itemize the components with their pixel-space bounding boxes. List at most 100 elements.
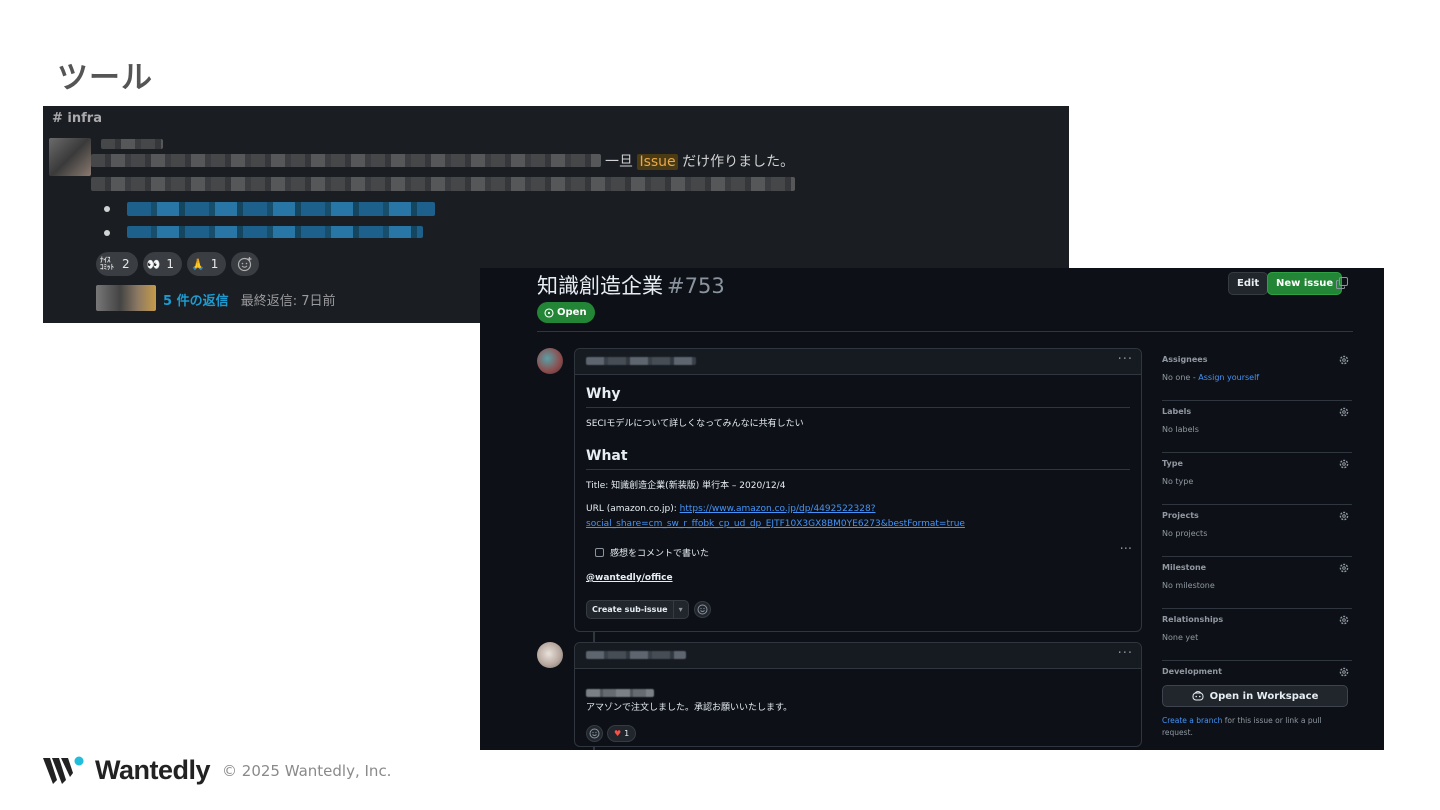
gear-icon[interactable] (1339, 563, 1349, 573)
channel-name[interactable]: # infra (52, 111, 102, 126)
labels-title[interactable]: Labels (1162, 407, 1191, 416)
copyright-text: © 2025 Wantedly, Inc. (222, 761, 392, 780)
list-bullet (104, 206, 110, 212)
reply-comment: ··· アマゾンで注文しました。承認お願いいたします。 ♥ 1 (574, 642, 1142, 747)
milestone-value: No milestone (1162, 581, 1215, 590)
assignees-section: Assignees No one - Assign yourself (1162, 348, 1352, 401)
create-sub-issue-label: Create sub-issue (592, 605, 668, 614)
issue-title: 知識創造企業 #753 (537, 270, 725, 300)
redacted-username (101, 139, 163, 149)
gear-icon[interactable] (1339, 667, 1349, 677)
copy-link-icon[interactable] (1336, 277, 1348, 289)
redacted-message-line (91, 177, 795, 191)
issue-body-comment: ··· Why SECIモデルについて詳しくなってみんなに共有したい What … (574, 348, 1142, 632)
heading-what: What (586, 448, 1130, 470)
reply-avatars (96, 285, 156, 311)
team-mention-link[interactable]: @wantedly/office (586, 573, 673, 583)
add-reaction-button[interactable] (586, 725, 603, 742)
message-text: 一旦 Issue だけ作りました。 (605, 151, 794, 171)
redacted-link[interactable] (127, 226, 423, 238)
reply-text: アマゾンで注文しました。承認お願いいたします。 (586, 703, 793, 713)
create-branch-link[interactable]: Create a branch (1162, 716, 1222, 725)
projects-title[interactable]: Projects (1162, 511, 1199, 520)
message-text-before: 一旦 (605, 154, 638, 170)
comment-actions: Create sub-issue ▾ (586, 600, 1130, 619)
avatar[interactable] (49, 138, 91, 176)
relationships-section: Relationships None yet (1162, 608, 1352, 661)
type-value: No type (1162, 477, 1194, 486)
reply-count-link[interactable]: 5 件の返信 (163, 294, 229, 309)
message-text-after: だけ作りました。 (677, 154, 795, 170)
create-sub-issue-button[interactable]: Create sub-issue ▾ (586, 600, 689, 619)
reaction-nice-commit[interactable]: ﾅｲｽ ｺﾐｯﾄ 2 (96, 252, 138, 276)
author-avatar[interactable] (537, 348, 563, 374)
amazon-link-continued[interactable]: social_share=cm_sw_r_ffobk_cp_ud_dp_EJTF… (586, 519, 965, 529)
redacted-mention (586, 689, 654, 697)
add-reaction-button[interactable] (693, 601, 711, 618)
smiley-icon (697, 604, 708, 615)
redacted-message-line (91, 154, 601, 167)
reaction-count: 1 (210, 257, 219, 271)
slide-title: ツール (57, 60, 153, 96)
gear-icon[interactable] (1339, 407, 1349, 417)
reaction-count: 1 (166, 257, 174, 271)
reaction-pray[interactable]: 🙏 1 (186, 252, 227, 276)
reaction-eyes[interactable]: 👀 1 (142, 252, 182, 276)
commenter-avatar[interactable] (537, 642, 563, 668)
relationships-value: None yet (1162, 633, 1199, 642)
smiley-icon (589, 728, 600, 739)
why-text: SECIモデルについて詳しくなってみんなに共有したい (586, 419, 804, 429)
chevron-down-icon[interactable]: ▾ (672, 601, 688, 618)
comment-menu-icon[interactable]: ··· (1118, 352, 1133, 367)
redacted-author (586, 651, 686, 659)
relationships-title[interactable]: Relationships (1162, 615, 1223, 624)
add-reaction-button[interactable] (231, 252, 260, 276)
heading-why: Why (586, 386, 1130, 408)
task-label: 感想をコメントで書いた (610, 549, 710, 559)
milestone-title[interactable]: Milestone (1162, 563, 1206, 572)
assign-yourself-link[interactable]: Assign yourself (1198, 373, 1259, 382)
gear-icon[interactable] (1339, 615, 1349, 625)
labels-value: No labels (1162, 425, 1199, 434)
comment-body: Why SECIモデルについて詳しくなってみんなに共有したい What Titl… (575, 375, 1141, 619)
development-note: Create a branch for this issue or link a… (1162, 715, 1342, 739)
type-section: Type No type (1162, 452, 1352, 505)
copilot-icon (1192, 691, 1204, 701)
add-reaction-icon (238, 257, 252, 272)
assignees-none: No one - (1162, 373, 1199, 382)
projects-section: Projects No projects (1162, 504, 1352, 557)
comment-menu-icon[interactable]: ··· (1118, 646, 1133, 661)
gear-icon[interactable] (1339, 511, 1349, 521)
comment-header: ··· (575, 349, 1141, 375)
eyes-emoji-icon: 👀 (146, 257, 161, 271)
thread-replies[interactable]: 5 件の返信 最終返信: 7日前 (163, 290, 336, 309)
heart-icon: ♥ (614, 729, 622, 738)
heart-count: 1 (624, 729, 630, 738)
assignees-title[interactable]: Assignees (1162, 355, 1208, 364)
new-issue-button[interactable]: New issue (1267, 272, 1343, 295)
redacted-link[interactable] (127, 202, 435, 216)
gear-icon[interactable] (1339, 459, 1349, 469)
header-divider (537, 331, 1353, 332)
reply-reactions: ♥ 1 (586, 725, 1130, 742)
nice-commit-emoji-icon: ﾅｲｽ ｺﾐｯﾄ (100, 256, 114, 271)
url-prefix: URL (amazon.co.jp): (586, 504, 680, 514)
list-bullet (104, 230, 110, 236)
development-title[interactable]: Development (1162, 667, 1222, 676)
reaction-count: 2 (122, 257, 130, 271)
wantedly-logo-icon (43, 756, 84, 784)
projects-value: No projects (1162, 529, 1208, 538)
task-menu-icon[interactable]: ··· (1120, 542, 1132, 557)
amazon-link[interactable]: https://www.amazon.co.jp/dp/4492522328? (680, 504, 876, 514)
status-badge: Open (537, 302, 595, 323)
issue-open-icon (544, 307, 554, 318)
task-checkbox[interactable] (595, 548, 604, 557)
type-title[interactable]: Type (1162, 459, 1183, 468)
status-label: Open (557, 307, 587, 318)
heart-reaction[interactable]: ♥ 1 (607, 725, 637, 742)
edit-button[interactable]: Edit (1228, 272, 1269, 295)
open-in-workspace-button[interactable]: Open in Workspace (1162, 685, 1348, 707)
gear-icon[interactable] (1339, 355, 1349, 365)
message-highlight: Issue (637, 154, 678, 170)
open-in-workspace-label: Open in Workspace (1209, 690, 1319, 702)
